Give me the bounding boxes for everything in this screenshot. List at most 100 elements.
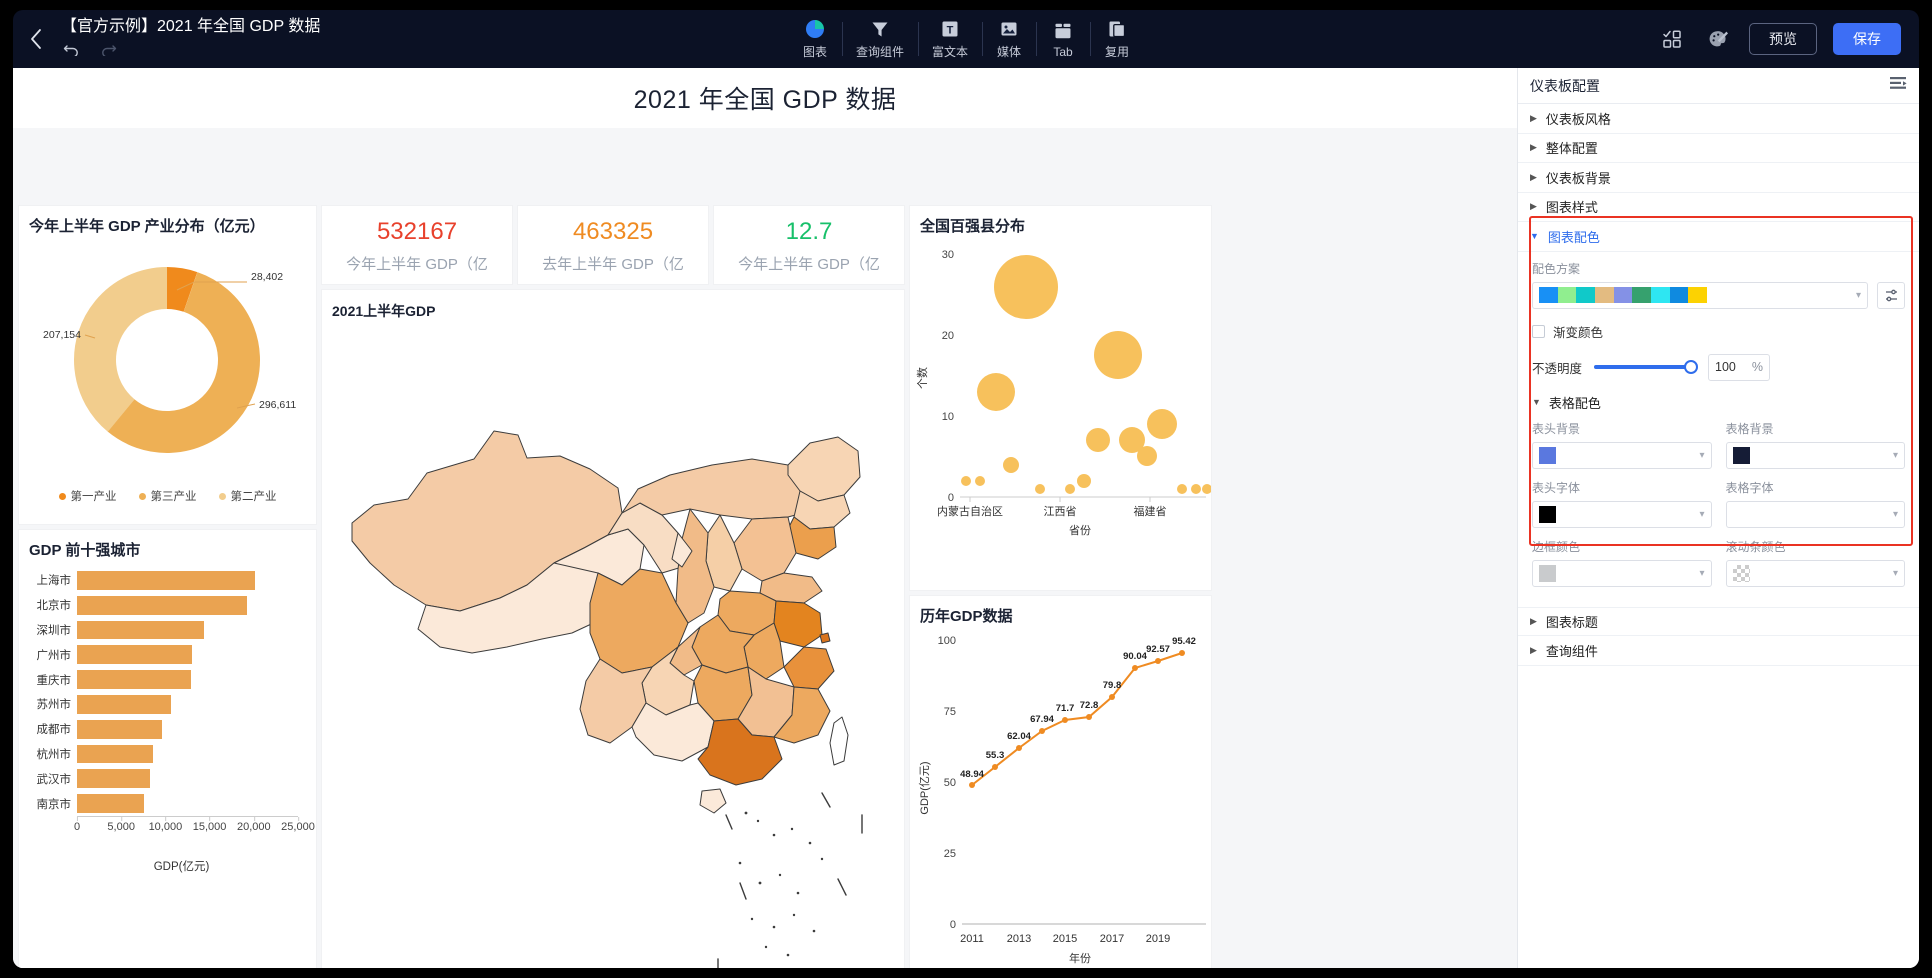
chevron-left-icon [29, 28, 43, 50]
subsection-label: 表格配色 [1548, 395, 1601, 411]
y-tick: 0 [948, 492, 954, 504]
opacity-slider[interactable] [1594, 360, 1699, 374]
tool-rich-text[interactable]: T 富文本 [918, 10, 982, 68]
tool-filter[interactable]: 查询组件 [841, 10, 918, 68]
kpi-label: 今年上半年 GDP（亿 [738, 255, 880, 273]
config-panel-title: 仪表板配置 [1530, 77, 1600, 94]
bar-row[interactable]: 武汉市 [25, 766, 298, 791]
bar-row[interactable]: 北京市 [25, 593, 298, 618]
section-dashboard-style[interactable]: ▶ 仪表板风格 [1518, 104, 1919, 134]
point-label: 90.04 [1123, 651, 1147, 662]
chevron-down-icon: ▾ [1892, 508, 1898, 520]
section-chart-colors[interactable]: ▼ 图表配色 [1518, 222, 1919, 252]
layout-grid-icon[interactable] [1657, 24, 1687, 54]
back-button[interactable] [13, 10, 59, 68]
palette-icon[interactable] [1703, 24, 1733, 54]
widget-title: 2021上半年GDP [332, 303, 436, 319]
config-panel: 仪表板配置 ▶ 仪表板风格 ▶ 整体配置 ▶ 仪表板背景 ▶ 图表样式 ▼ 图表… [1517, 68, 1919, 968]
y-axis-title: GDP(亿元) [918, 761, 931, 814]
kpi-label: 今年上半年 GDP（亿 [346, 255, 488, 273]
panel-collapse-icon[interactable] [1889, 76, 1907, 95]
bar-row[interactable]: 杭州市 [25, 742, 298, 767]
color-swatch [1539, 564, 1556, 582]
opacity-input[interactable]: 100 % [1708, 353, 1771, 381]
field-label: 滚动条颜色 [1725, 539, 1786, 554]
tool-reuse[interactable]: 复用 [1090, 10, 1144, 68]
save-button[interactable]: 保存 [1833, 23, 1901, 55]
legend-item-1[interactable]: 第三产业 [138, 488, 197, 504]
donut-value-second: 207,154 [43, 329, 81, 341]
section-label: 图表配色 [1547, 229, 1600, 245]
y-tick: 20 [942, 330, 954, 342]
opacity-value: 100 [1715, 360, 1736, 374]
bar-label: 苏州市 [36, 699, 72, 712]
gradient-checkbox[interactable] [1532, 324, 1545, 338]
y-axis-title: 个数 [916, 367, 929, 389]
donut-legend: 第一产业 第三产业 第二产业 [19, 488, 316, 504]
x-tick: 内蒙古自治区 [937, 504, 1003, 518]
widget-china-map[interactable]: 2021上半年GDP [322, 290, 904, 968]
header-background-color-select[interactable]: ▾ [1532, 441, 1712, 469]
chevron-down-icon: ▾ [1892, 449, 1898, 461]
transparent-swatch [1732, 564, 1750, 582]
widget-top100-counties[interactable]: 全国百强县分布 30 20 10 0 个数 内蒙古自治区 江西省 福建省 省份 [910, 206, 1211, 590]
x-tick: 10,000 [149, 816, 182, 833]
widget-kpi-1[interactable]: 463325 去年上半年 GDP（亿 [518, 206, 708, 284]
undo-icon[interactable] [63, 42, 80, 61]
bar-row[interactable]: 广州市 [25, 642, 298, 667]
kpi-label: 去年上半年 GDP（亿 [542, 255, 684, 273]
redo-icon[interactable] [100, 42, 117, 61]
gradient-color-row[interactable]: 渐变颜色 [1532, 322, 1905, 341]
bar-row[interactable]: 苏州市 [25, 692, 298, 717]
bar-row[interactable]: 成都市 [25, 717, 298, 742]
bar-row[interactable]: 重庆市 [25, 667, 298, 692]
bar-label: 杭州市 [36, 748, 72, 761]
y-tick: 0 [950, 919, 956, 931]
chevron-down-icon: ▼ [1532, 397, 1541, 407]
section-query-component[interactable]: ▶ 查询组件 [1518, 636, 1919, 666]
scrollbar-color-select[interactable]: ▾ [1725, 559, 1905, 587]
section-overall-config[interactable]: ▶ 整体配置 [1518, 134, 1919, 163]
tool-chart[interactable]: 图表 [788, 10, 842, 68]
document-title: 【官方示例】2021 年全国 GDP 数据 [61, 18, 321, 35]
header-font-color-select[interactable]: ▾ [1532, 500, 1712, 528]
chevron-down-icon: ▾ [1699, 508, 1705, 520]
section-label: 图表标题 [1545, 614, 1598, 630]
widget-industry-donut[interactable]: 今年上半年 GDP 产业分布（亿元） 28,402 207,154 296,61… [19, 206, 316, 524]
x-tick: 2013 [1007, 933, 1031, 945]
table-color-row-3: 边框颜色 ▾ 滚动条颜色 ▾ [1532, 538, 1905, 587]
kpi-value: 463325 [572, 217, 654, 245]
tool-filter-label: 查询组件 [855, 45, 904, 59]
section-chart-title[interactable]: ▶ 图表标题 [1518, 606, 1919, 636]
slider-knob[interactable] [1684, 360, 1699, 374]
y-tick: 75 [944, 706, 956, 718]
subsection-table-colors[interactable]: ▼ 表格配色 [1532, 393, 1905, 412]
preview-button[interactable]: 预览 [1749, 23, 1817, 55]
bar-label: 南京市 [36, 798, 72, 811]
gradient-label: 渐变颜色 [1553, 325, 1604, 340]
point-label: 48.94 [960, 769, 984, 780]
table-font-color-select[interactable]: ▾ [1725, 500, 1905, 528]
border-color-select[interactable]: ▾ [1532, 559, 1712, 587]
tool-media[interactable]: 媒体 [982, 10, 1036, 68]
table-background-color-select[interactable]: ▾ [1725, 441, 1905, 469]
legend-item-0[interactable]: 第一产业 [58, 488, 117, 504]
section-chart-style[interactable]: ▶ 图表样式 [1518, 193, 1919, 222]
bar-row[interactable]: 上海市 [25, 568, 298, 593]
widget-kpi-0[interactable]: 532167 今年上半年 GDP（亿 [322, 206, 512, 284]
y-tick: 10 [942, 411, 954, 423]
color-scheme-select[interactable]: ▾ [1532, 281, 1868, 309]
bar-row[interactable]: 深圳市 [25, 618, 298, 643]
chevron-down-icon: ▾ [1855, 289, 1861, 301]
section-dashboard-background[interactable]: ▶ 仪表板背景 [1518, 163, 1919, 193]
tool-rich-text-label: 富文本 [932, 45, 969, 59]
rich-text-icon: T [940, 18, 960, 40]
tool-tab[interactable]: Tab [1036, 10, 1090, 68]
widget-gdp-by-year[interactable]: 历年GDP数据 100 75 50 25 0 GDP(亿元) 48.94 55.… [910, 596, 1211, 968]
color-scheme-settings-button[interactable] [1877, 281, 1905, 309]
widget-kpi-2[interactable]: 12.7 今年上半年 GDP（亿 [714, 206, 904, 284]
legend-item-2[interactable]: 第二产业 [218, 488, 277, 504]
x-tick: 2017 [1100, 933, 1124, 945]
widget-top10-cities[interactable]: GDP 前十强城市 上海市 北京市 深圳市 广州市 重庆市 苏州市 成都市 杭州… [19, 530, 316, 968]
bar-row[interactable]: 南京市 [25, 791, 298, 816]
